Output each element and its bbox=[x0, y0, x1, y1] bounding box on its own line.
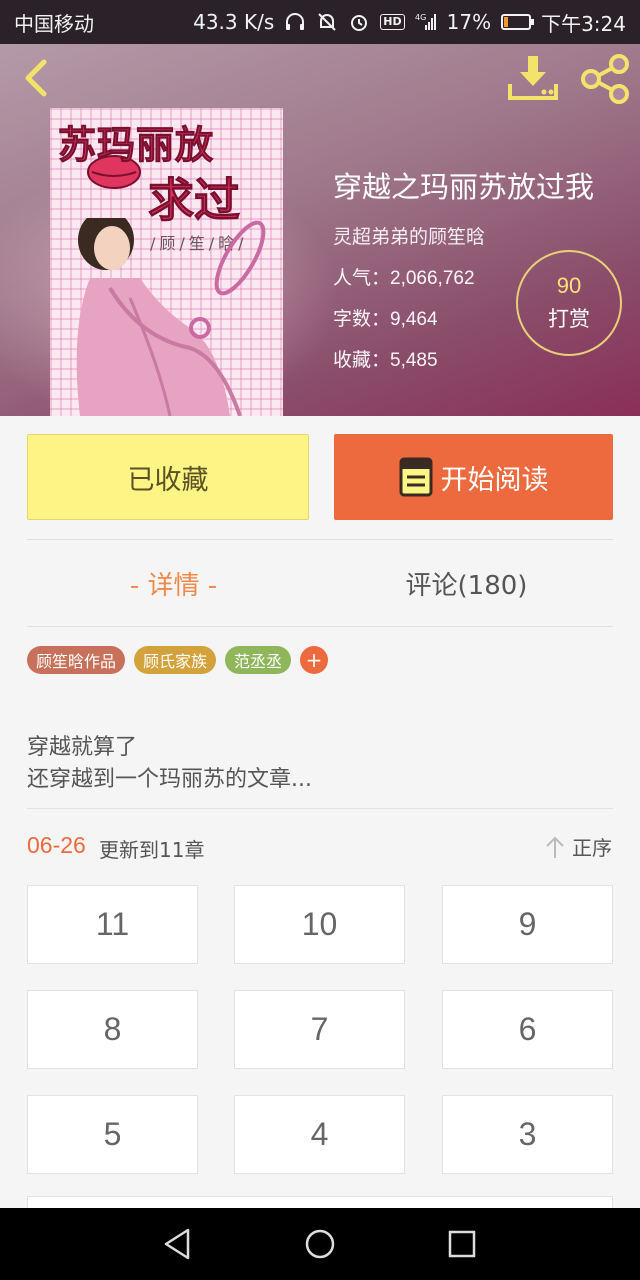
tab-details[interactable]: - 详情 - bbox=[27, 540, 320, 626]
svg-text:4G: 4G bbox=[415, 13, 426, 22]
reward-count: 90 bbox=[556, 273, 582, 298]
book-cover[interactable]: 苏玛丽放 求过 /顾/笙/晗/ bbox=[50, 108, 283, 416]
download-icon[interactable] bbox=[508, 54, 560, 102]
back-triangle-icon[interactable] bbox=[160, 1226, 196, 1262]
chapter-button[interactable]: 3 bbox=[442, 1095, 613, 1174]
chevron-left-icon[interactable] bbox=[18, 58, 54, 98]
summary-line: 还穿越到一个玛丽苏的文章... bbox=[27, 767, 312, 792]
start-reading-label: 开始阅读 bbox=[440, 464, 549, 496]
book-header: 苏玛丽放 求过 /顾/笙/晗/ 穿越之玛丽苏放过我 灵超弟弟的顾笙晗 人气：2,… bbox=[0, 44, 640, 416]
recents-square-icon[interactable] bbox=[444, 1226, 480, 1262]
update-date: 06-26 bbox=[27, 832, 86, 858]
home-circle-icon[interactable] bbox=[302, 1226, 338, 1262]
hd-badge: HD bbox=[380, 14, 405, 30]
collected-button[interactable]: 已收藏 bbox=[27, 434, 309, 520]
update-status: 更新到11章 bbox=[99, 838, 205, 862]
alarm-icon bbox=[351, 15, 368, 31]
chapter-button[interactable]: 11 bbox=[27, 885, 198, 964]
headphones-icon bbox=[286, 13, 305, 30]
reward-label: 打赏 bbox=[548, 307, 590, 331]
favorites-label: 收藏： bbox=[333, 349, 391, 371]
summary-line: 穿越就算了 bbox=[27, 735, 138, 760]
chapter-button[interactable]: 7 bbox=[234, 990, 405, 1069]
reward-button[interactable]: 90 打赏 bbox=[516, 250, 622, 356]
sort-label: 正序 bbox=[572, 836, 612, 860]
tag-item[interactable]: 顾氏家族 bbox=[134, 646, 217, 674]
words-value: 9,464 bbox=[390, 309, 438, 330]
add-tag-button[interactable]: + bbox=[300, 646, 329, 674]
tag-list: 顾笙晗作品 顾氏家族 范丞丞 + bbox=[27, 646, 329, 674]
chapter-button[interactable]: 6 bbox=[442, 990, 613, 1069]
signal-icon: 4G bbox=[415, 13, 436, 30]
battery-percent: 17% bbox=[446, 10, 492, 34]
navigation-bar bbox=[0, 1208, 640, 1280]
mute-icon bbox=[318, 13, 336, 31]
book-icon bbox=[399, 457, 432, 497]
cover-illustration bbox=[76, 218, 266, 416]
start-reading-button[interactable]: 开始阅读 bbox=[334, 434, 613, 520]
battery-icon bbox=[501, 14, 535, 30]
book-title: 穿越之玛丽苏放过我 bbox=[333, 170, 595, 204]
chapter-button[interactable]: 5 bbox=[27, 1095, 198, 1174]
cover-title-line1: 苏玛丽放 bbox=[57, 123, 215, 168]
collected-label: 已收藏 bbox=[127, 464, 209, 496]
book-summary[interactable]: 穿越就算了 还穿越到一个玛丽苏的文章... bbox=[27, 732, 312, 796]
chapter-button[interactable]: 8 bbox=[27, 990, 198, 1069]
clock: 下午3:24 bbox=[541, 11, 626, 36]
tag-item[interactable]: 范丞丞 bbox=[225, 646, 292, 674]
sort-order-button[interactable]: 正序 bbox=[544, 832, 612, 861]
divider bbox=[27, 626, 613, 627]
popularity-value: 2,066,762 bbox=[390, 268, 475, 289]
share-icon[interactable] bbox=[580, 54, 630, 104]
favorites-value: 5,485 bbox=[390, 350, 438, 371]
arrow-up-icon bbox=[546, 836, 564, 858]
tag-item[interactable]: 顾笙晗作品 bbox=[27, 646, 126, 674]
tab-comments[interactable]: 评论(180) bbox=[320, 540, 613, 626]
popularity-label: 人气： bbox=[333, 267, 391, 289]
divider bbox=[27, 808, 613, 809]
status-bar: 中国移动 43.3 K/s HD 4G 17% 下午3:24 bbox=[0, 0, 640, 44]
chapter-button[interactable]: 9 bbox=[442, 885, 613, 964]
words-label: 字数： bbox=[333, 308, 391, 330]
carrier-label: 中国移动 bbox=[14, 11, 94, 36]
network-speed: 43.3 K/s bbox=[193, 10, 275, 34]
chapter-button[interactable]: 10 bbox=[234, 885, 405, 964]
chapter-button[interactable]: 4 bbox=[234, 1095, 405, 1174]
book-author[interactable]: 灵超弟弟的顾笙晗 bbox=[333, 222, 594, 249]
